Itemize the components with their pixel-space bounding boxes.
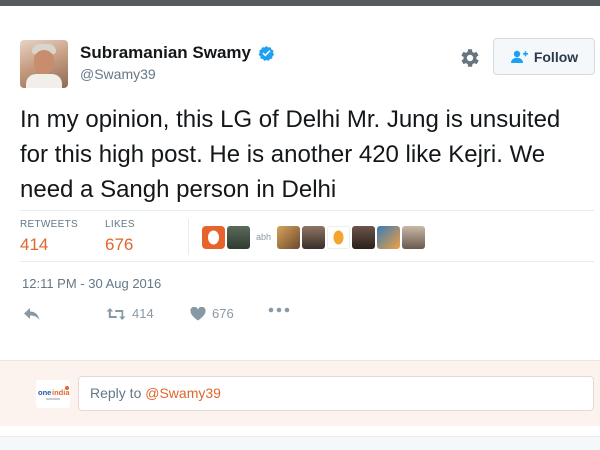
retweets-count: 414 [20, 235, 49, 254]
liker-avatars: abh [202, 225, 427, 249]
tweet-header: Subramanian Swamy @Swamy39 Follow [20, 38, 596, 90]
gear-icon[interactable] [458, 46, 482, 70]
retweets-label: RETWEETS [20, 219, 78, 230]
reply-area: one india Reply to @Swamy39 [0, 360, 600, 426]
likes-stat[interactable]: LIKES 676 [105, 219, 135, 255]
likes-label: LIKES [105, 219, 135, 230]
liker-avatar[interactable] [327, 225, 350, 249]
heart-icon [190, 306, 206, 320]
add-user-icon [510, 50, 528, 63]
user-names: Subramanian Swamy @Swamy39 [80, 43, 275, 82]
tweet-text: In my opinion, this LG of Delhi Mr. Jung… [20, 106, 561, 203]
oneindia-logo: one india [36, 380, 70, 408]
more-dots-icon [268, 307, 290, 313]
svg-text:one: one [38, 388, 51, 397]
tweet-actions: 414 676 [20, 306, 320, 330]
retweet-action[interactable]: 414 [106, 306, 154, 321]
reply-mention: @Swamy39 [145, 385, 221, 401]
liker-avatar[interactable] [202, 225, 225, 249]
liker-avatar[interactable] [402, 225, 425, 249]
top-bar [0, 0, 600, 6]
user-handle[interactable]: @Swamy39 [80, 66, 275, 82]
liker-avatar-text[interactable]: abh [252, 232, 275, 242]
follow-button[interactable]: Follow [493, 38, 595, 75]
liker-avatar[interactable] [352, 225, 375, 249]
bottom-border [0, 436, 600, 450]
likes-count: 676 [105, 235, 134, 254]
more-action[interactable] [268, 306, 296, 314]
follow-label: Follow [533, 48, 579, 65]
liker-avatar[interactable] [302, 225, 325, 249]
stats-divider [188, 219, 189, 255]
like-action[interactable]: 676 [190, 306, 234, 321]
liker-avatar[interactable] [227, 225, 250, 249]
tweet-stats: RETWEETS 414 LIKES 676 abh [20, 210, 594, 262]
retweet-count: 414 [132, 306, 154, 321]
avatar[interactable] [20, 40, 68, 88]
reply-icon [24, 308, 40, 320]
like-count: 676 [212, 306, 234, 321]
tweet-timestamp[interactable]: 12:11 PM - 30 Aug 2016 [22, 276, 161, 291]
liker-avatar[interactable] [377, 225, 400, 249]
retweet-icon [106, 307, 126, 320]
reply-action[interactable] [23, 306, 47, 322]
verified-badge-icon [258, 45, 275, 62]
reply-prefix: Reply to [90, 385, 146, 401]
display-name[interactable]: Subramanian Swamy [80, 43, 251, 63]
retweets-stat[interactable]: RETWEETS 414 [20, 219, 78, 255]
reply-input[interactable]: Reply to @Swamy39 [78, 376, 594, 411]
liker-avatar[interactable] [277, 225, 300, 249]
